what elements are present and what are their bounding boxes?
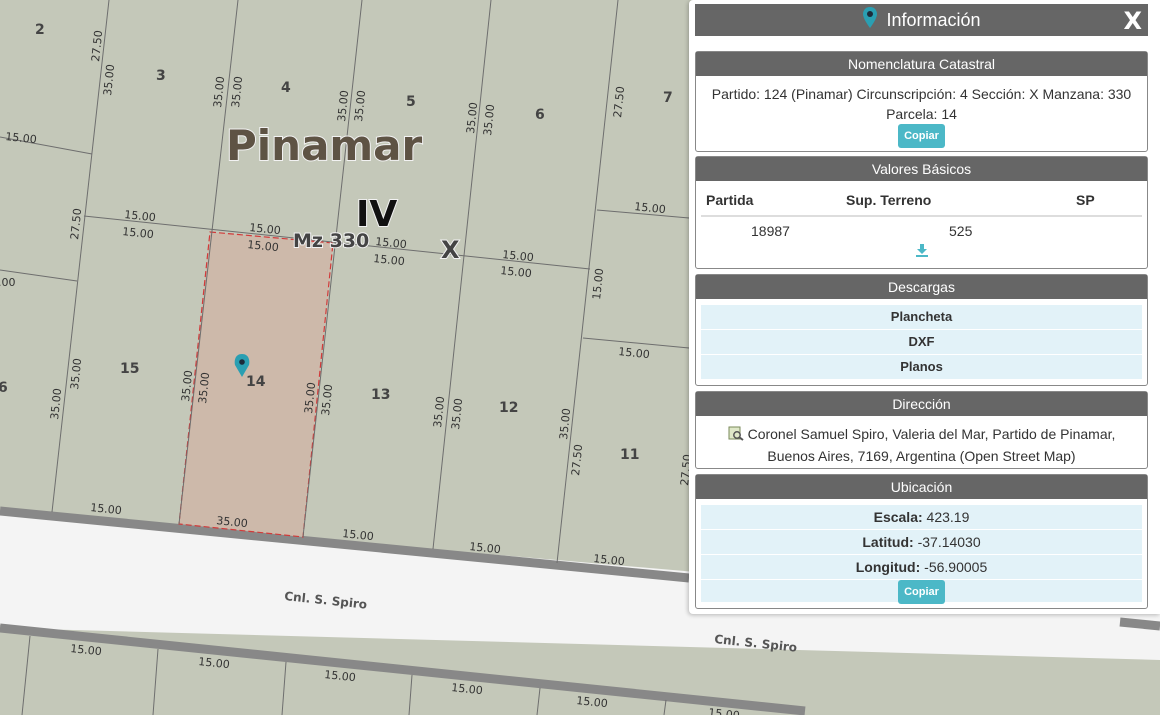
valores-table: Partida Sup. Terreno SP 18987 525 xyxy=(701,185,1142,241)
parcel-number: 7 xyxy=(663,90,673,106)
ubicacion-section: Ubicación Escala: 423.19 Latitud: -37.14… xyxy=(695,474,1148,609)
map-pin-icon xyxy=(862,6,878,34)
copy-row: Copiar xyxy=(701,580,1142,604)
dimension-label: .00 xyxy=(0,276,16,289)
info-panel: Información X Nomenclatura Catastral Par… xyxy=(689,0,1160,614)
partida-value: 18987 xyxy=(751,223,790,239)
curb-upper-right xyxy=(1119,617,1160,631)
escala-value: 423.19 xyxy=(926,509,970,525)
copy-ubicacion-button[interactable]: Copiar xyxy=(898,580,945,604)
parcel-number: 14 xyxy=(246,374,266,390)
parcel-number: 6 xyxy=(0,380,8,396)
download-plancheta[interactable]: Plancheta xyxy=(701,305,1142,330)
parcel-number: 5 xyxy=(406,94,416,110)
direccion-header: Dirección xyxy=(696,392,1147,416)
sup-value: 525 xyxy=(949,223,973,239)
escala-label: Escala: xyxy=(873,509,923,525)
descargas-header: Descargas xyxy=(696,275,1147,299)
download-planos[interactable]: Planos xyxy=(701,355,1142,380)
close-icon[interactable]: X xyxy=(1123,7,1142,35)
valores-header: Valores Básicos xyxy=(696,157,1147,181)
circunscripcion-label: IV xyxy=(356,194,397,235)
direccion-section: Dirección Coronel Samuel Spiro, Valeria … xyxy=(695,391,1148,469)
nomenclatura-line1: Partido: 124 (Pinamar) Circunscripción: … xyxy=(711,86,1132,102)
map-search-icon xyxy=(728,425,744,446)
latitud-label: Latitud: xyxy=(862,534,914,550)
parcel-number: 2 xyxy=(35,22,45,38)
escala-row: Escala: 423.19 xyxy=(701,505,1142,530)
longitud-row: Longitud: -56.90005 xyxy=(701,555,1142,580)
panel-title: Información xyxy=(886,9,981,30)
parcel-number: 3 xyxy=(156,68,166,84)
parcel-number: 12 xyxy=(499,400,518,416)
nomenclatura-section: Nomenclatura Catastral Partido: 124 (Pin… xyxy=(695,51,1148,152)
parcel-number: 11 xyxy=(620,447,639,463)
parcel-number: 13 xyxy=(371,387,390,403)
descargas-section: Descargas Plancheta DXF Planos xyxy=(695,274,1148,386)
parcel-number: 6 xyxy=(535,107,545,123)
longitud-value: -56.90005 xyxy=(924,559,988,575)
seccion-label: X xyxy=(441,236,460,264)
copy-nomenclatura-button[interactable]: Copiar xyxy=(898,124,945,148)
nomenclatura-line2: Parcela: 14 xyxy=(886,106,957,122)
parcel-number: 4 xyxy=(281,80,291,96)
panel-header: Información X xyxy=(695,4,1148,36)
latitud-value: -37.14030 xyxy=(917,534,981,550)
valores-section: Valores Básicos Partida Sup. Terreno SP … xyxy=(695,156,1148,269)
table-row: 18987 525 xyxy=(701,216,1142,241)
longitud-label: Longitud: xyxy=(855,559,921,575)
parcel-number: 15 xyxy=(120,361,139,377)
ubicacion-header: Ubicación xyxy=(696,475,1147,499)
manzana-label: Mz 330 xyxy=(293,230,369,252)
latitud-row: Latitud: -37.14030 xyxy=(701,530,1142,555)
nomenclatura-header: Nomenclatura Catastral xyxy=(696,52,1147,76)
download-dxf[interactable]: DXF xyxy=(701,330,1142,355)
col-sp: SP xyxy=(1071,185,1142,217)
sp-value xyxy=(1071,216,1142,241)
col-partida: Partida xyxy=(701,185,841,217)
city-label: Pinamar xyxy=(226,121,423,170)
download-icon[interactable] xyxy=(915,244,929,261)
col-sup-terreno: Sup. Terreno xyxy=(841,185,1071,217)
direccion-text: Coronel Samuel Spiro, Valeria del Mar, P… xyxy=(747,426,1116,464)
